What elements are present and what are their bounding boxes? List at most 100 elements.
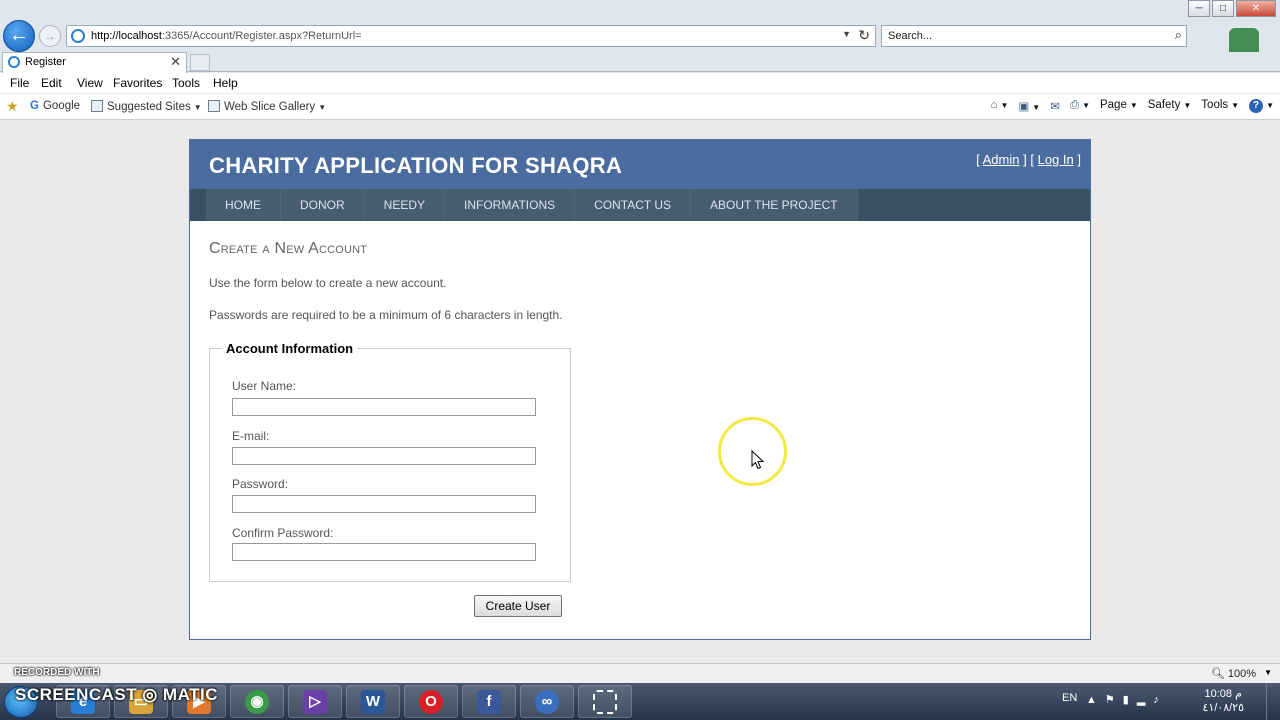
new-tab-button[interactable] [190,54,210,71]
login-link[interactable]: Log In [1038,152,1074,167]
bracket-mid: ] [ [1023,152,1034,167]
page-icon [91,100,103,112]
safety-menu-button[interactable]: Safety ▼ [1148,99,1192,113]
zoom-value: 100% [1227,668,1256,680]
main-nav: HOME DONOR NEEDY INFORMATIONS CONTACT US… [190,189,1090,221]
menu-view[interactable]: View [77,76,103,90]
nav-informations[interactable]: INFORMATIONS [445,189,576,221]
mail-button[interactable]: ✉ [1050,99,1060,113]
show-desktop-button[interactable] [1266,683,1280,720]
login-display: [ Admin ] [ Log In ] [976,152,1081,167]
menu-tools[interactable]: Tools [172,76,200,90]
language-indicator[interactable]: EN [1062,692,1077,704]
chevron-down-icon: ▼ [318,103,327,112]
clock[interactable]: 10:08 م ٤١/٠٨/٢٥ [1202,687,1244,715]
page-title: Create a New Account [209,240,368,257]
battery-icon[interactable]: ▮ [1123,694,1137,706]
taskbar-snipping-tool[interactable] [578,685,632,718]
nav-needy[interactable]: NEEDY [364,189,446,221]
zoom-level[interactable]: 🔍︎ 100% [1211,667,1256,680]
close-window-button[interactable]: ✕ [1236,0,1276,17]
maximize-button[interactable]: □ [1212,0,1234,17]
nav-home[interactable]: HOME [206,189,281,221]
address-bar[interactable]: http://localhost:3365/Account/Register.a… [66,25,876,47]
site-title: CHARITY APPLICATION FOR SHAQRA [209,153,623,178]
ie-page-icon [8,56,20,68]
fav-google[interactable]: G Google [30,100,80,112]
taskbar-opera[interactable]: O [404,685,458,718]
menu-edit[interactable]: Edit [41,76,62,90]
menu-help[interactable]: Help [213,76,238,90]
feeds-button[interactable]: ▣ ▼ [1018,99,1040,113]
chevron-down-icon: ▼ [1129,101,1138,110]
zoom-dropdown-icon[interactable]: ▼ [1264,668,1272,677]
nav-donor[interactable]: DONOR [281,189,365,221]
nav-about-project[interactable]: ABOUT THE PROJECT [691,189,858,221]
system-tray: EN ▲⚑▮▂♪ 10:08 م ٤١/٠٨/٢٥ [1050,683,1280,720]
address-dropdown-icon[interactable]: ▼ [842,29,851,39]
minimize-button[interactable]: ─ [1188,0,1210,17]
admin-link[interactable]: Admin [983,152,1020,167]
refresh-icon[interactable]: ↻ [858,27,870,44]
home-button[interactable]: ⌂ ▼ [991,99,1009,113]
favorites-star-icon[interactable]: ★ [6,98,19,115]
chevron-down-icon: ▼ [1032,103,1041,112]
fav-suggested-sites[interactable]: Suggested Sites ▼ [91,100,202,113]
print-button[interactable]: ⎙ ▼ [1070,99,1090,113]
taskbar-app[interactable]: ∞ [520,685,574,718]
volume-icon[interactable]: ♪ [1153,694,1167,706]
zoom-icon: 🔍︎ [1210,668,1225,680]
chevron-down-icon: ▼ [1231,101,1240,110]
password-requirement-text: Passwords are required to be a minimum o… [209,308,563,322]
rss-icon: ▣ [1018,101,1030,113]
fav-webslice-label: Web Slice Gallery [224,101,316,113]
search-box[interactable]: ⌕ [881,25,1187,47]
confirm-password-input[interactable] [232,543,536,561]
tools-menu-button[interactable]: Tools ▼ [1201,99,1239,113]
bracket-open: [ [976,152,980,167]
flag-icon[interactable]: ⚑ [1105,694,1123,706]
taskbar-visual-studio[interactable]: ▷ [288,685,342,718]
fieldset-legend: Account Information [222,341,358,356]
network-icon[interactable]: ▂ [1137,694,1153,706]
recording-watermark: RECORDED WITH [14,667,100,678]
fav-web-slice-gallery[interactable]: Web Slice Gallery ▼ [208,100,326,113]
nav-contact-us[interactable]: CONTACT US [575,189,692,221]
visual-studio-icon: ▷ [303,690,327,714]
status-bar: RECORDED WITH 🔍︎ 100% ▼ [0,663,1280,683]
show-hidden-icon[interactable]: ▲ [1086,694,1105,706]
menu-favorites[interactable]: Favorites [113,76,162,90]
clock-time: 10:08 م [1204,688,1242,700]
taskbar-word[interactable]: W [346,685,400,718]
tab-strip: Register ✕ [0,52,1280,73]
printer-icon: ⎙ [1069,99,1080,111]
close-tab-icon[interactable]: ✕ [170,54,181,70]
help-menu-button[interactable]: ? ▼ [1249,99,1274,113]
chevron-down-icon: ▼ [193,103,202,112]
url-path: :3365/Account/Register.aspx?ReturnUrl= [161,30,362,42]
forward-button[interactable]: → [39,25,61,47]
account-info-fieldset: Account Information User Name: E-mail: P… [209,341,571,582]
favorites-bar: ★ G Google Suggested Sites ▼ Web Slice Gal… [0,94,1280,120]
menu-bar: File Edit View Favorites Tools Help [0,73,1280,93]
back-button[interactable]: ← [3,20,35,52]
menu-file[interactable]: File [10,76,29,90]
fav-google-label: Google [42,100,81,112]
email-input[interactable] [232,447,536,465]
username-input[interactable] [232,398,536,416]
page-icon [208,100,220,112]
page-icon [71,29,85,43]
nav-menu: HOME DONOR NEEDY INFORMATIONS CONTACT US… [206,189,858,221]
search-input[interactable] [888,29,1148,43]
taskbar-facebook[interactable]: f [462,685,516,718]
address-url[interactable]: http://localhost:3365/Account/Register.a… [91,30,362,42]
page-menu-button[interactable]: Page ▼ [1100,99,1138,113]
bracket-close: ] [1077,152,1081,167]
create-user-button[interactable]: Create User [474,595,562,617]
safety-menu-label: Safety [1147,99,1181,111]
taskbar-chrome[interactable]: ◉ [230,685,284,718]
tray-icons[interactable]: ▲⚑▮▂♪ [1086,693,1167,706]
password-input[interactable] [232,495,536,513]
site-header: CHARITY APPLICATION FOR SHAQRA [ Admin ]… [190,140,1090,189]
tab-register[interactable]: Register ✕ [2,52,187,73]
